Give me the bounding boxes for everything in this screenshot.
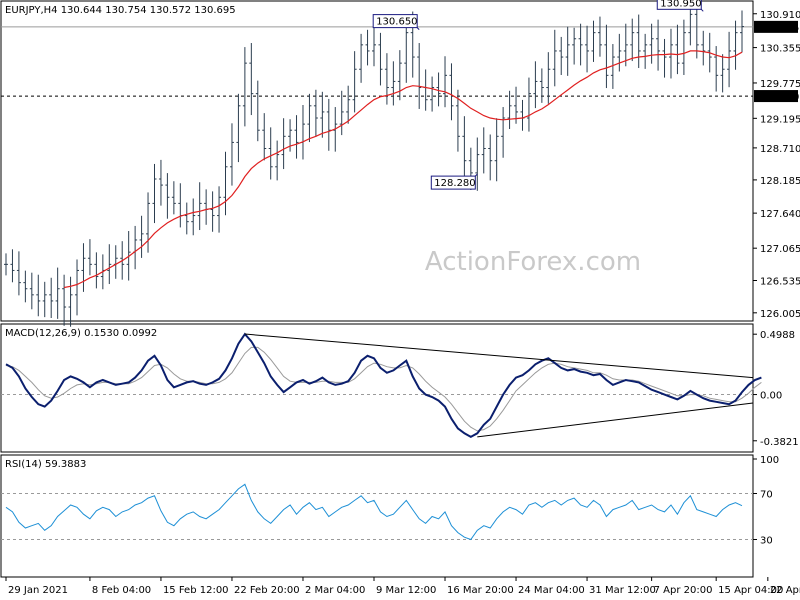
price-panel-title: EURJPY,H4 130.644 130.754 130.572 130.69… xyxy=(5,5,236,16)
rsi-panel-title: RSI(14) 59.3883 xyxy=(5,459,86,470)
time-axis: 29 Jan 2021 8 Feb 04:00 15 Feb 12:00 22 Feb… xyxy=(5,577,800,596)
time-tick-label: 24 Mar 04:00 xyxy=(518,585,585,596)
eurjpy-chart: ActionForex.com 130.910 130.355 129.775 129… xyxy=(0,0,800,596)
rsi-tick-label: 100 xyxy=(760,455,779,466)
annotation-label: 128.280 xyxy=(434,178,475,189)
rsi-tick-label: 70 xyxy=(760,490,773,501)
support-level-label: 129.560 xyxy=(758,92,799,103)
annotation-label: 130.650 xyxy=(376,17,417,28)
time-tick-label: 7 Apr 20:00 xyxy=(654,585,713,596)
macd-panel-title: MACD(12,26,9) 0.1530 0.0992 xyxy=(5,328,157,339)
price-tick-label: 127.640 xyxy=(760,209,800,220)
time-tick-label: 16 Mar 20:00 xyxy=(447,585,514,596)
time-tick-label: 9 Mar 12:00 xyxy=(376,585,436,596)
time-tick-label: 31 Mar 12:00 xyxy=(589,585,656,596)
price-tick-label: 130.355 xyxy=(760,44,800,55)
time-tick-label: 15 Feb 12:00 xyxy=(163,585,229,596)
time-tick-label: 2 Mar 04:00 xyxy=(305,585,365,596)
price-tick-label: 126.005 xyxy=(760,309,800,320)
macd-panel-frame xyxy=(0,323,754,453)
time-tick-label: 29 Jan 2021 xyxy=(8,585,68,596)
price-tick-label: 129.775 xyxy=(760,79,800,90)
rsi-panel-frame xyxy=(0,454,754,578)
price-tick-label: 130.910 xyxy=(760,10,800,21)
time-tick-label: 22 Feb 20:00 xyxy=(234,585,300,596)
watermark: ActionForex.com xyxy=(425,247,641,277)
price-tick-label: 128.185 xyxy=(760,176,800,187)
price-tick-label: 129.195 xyxy=(760,114,800,125)
price-tick-label: 128.710 xyxy=(760,144,800,155)
current-price-label: 130.695 xyxy=(758,23,799,34)
price-axis: 130.910 130.355 129.775 129.195 128.710 128.1… xyxy=(753,10,800,320)
macd-tick-label: 0.00 xyxy=(760,391,782,402)
time-tick-label: 8 Feb 04:00 xyxy=(92,585,151,596)
rsi-tick-label: 30 xyxy=(760,536,773,547)
time-tick-label: 22 Apr 12:00 xyxy=(770,585,800,596)
macd-tick-label: -0.3821 xyxy=(760,437,799,448)
macd-tick-label: 0.4988 xyxy=(760,330,795,341)
price-tick-label: 127.065 xyxy=(760,244,800,255)
annotation-label: 130.950 xyxy=(660,0,701,9)
price-tick-label: 126.535 xyxy=(760,277,800,288)
